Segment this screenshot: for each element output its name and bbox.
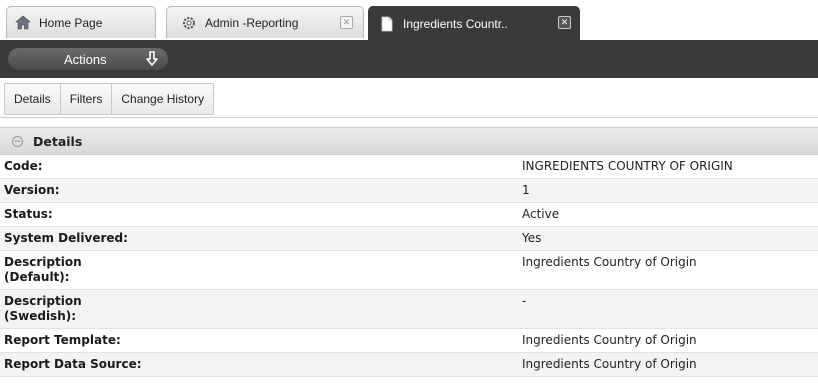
tab-ingredients-country[interactable]: Ingredients Countr.. ✕ (368, 6, 580, 40)
subtab-details[interactable]: Details (5, 84, 61, 114)
field-label: Code: (4, 159, 43, 173)
details-row-description-swedish: Description (Swedish): - (0, 290, 818, 329)
document-icon (379, 16, 395, 32)
gear-icon (181, 15, 197, 31)
details-row-code: Code: INGREDIENTS COUNTRY OF ORIGIN (0, 155, 818, 179)
close-tab-icon[interactable]: ✕ (558, 16, 571, 29)
details-row-report-data-source: Report Data Source: Ingredients Country … (0, 353, 818, 377)
field-label: Status: (4, 207, 53, 221)
download-arrow-icon (144, 50, 160, 68)
section-title: Details (33, 133, 83, 149)
actions-label: Actions (64, 51, 107, 67)
details-section: − Details Code: INGREDIENTS COUNTRY OF O… (0, 127, 818, 377)
details-row-report-template: Report Template: Ingredients Country of … (0, 329, 818, 353)
field-value: - (522, 294, 527, 308)
details-table: Code: INGREDIENTS COUNTRY OF ORIGIN Vers… (0, 155, 818, 377)
collapse-icon[interactable]: − (12, 135, 23, 147)
field-value: Ingredients Country of Origin (522, 333, 697, 347)
field-value: Ingredients Country of Origin (522, 357, 697, 371)
field-value: Active (522, 207, 560, 221)
actions-bar: Actions (0, 40, 818, 78)
field-label: Version: (4, 183, 60, 197)
subtab-change-history[interactable]: Change History (112, 84, 213, 114)
details-row-version: Version: 1 (0, 179, 818, 203)
tab-label: Ingredients Countr.. (403, 16, 508, 31)
tab-home-page[interactable]: Home Page (6, 6, 156, 38)
tab-admin-reporting[interactable]: Admin -Reporting ✕ (166, 6, 364, 38)
field-value: INGREDIENTS COUNTRY OF ORIGIN (522, 159, 733, 173)
details-row-system-delivered: System Delivered: Yes (0, 227, 818, 251)
field-label: Description (Swedish): (4, 294, 82, 323)
field-value: Yes (522, 231, 542, 245)
actions-button[interactable]: Actions (8, 48, 168, 70)
sub-tab-bar: Details Filters Change History (0, 78, 818, 118)
details-row-status: Status: Active (0, 203, 818, 227)
field-label: Description (Default): (4, 255, 82, 284)
close-tab-icon[interactable]: ✕ (340, 16, 353, 29)
field-value: Ingredients Country of Origin (522, 255, 697, 269)
subtab-filters[interactable]: Filters (61, 84, 113, 114)
field-value: 1 (522, 183, 530, 197)
tab-strip: Home Page Admin -Reporting ✕ Ingredients… (0, 0, 818, 40)
home-icon (15, 15, 31, 31)
details-section-header[interactable]: − Details (0, 127, 818, 155)
tab-label: Admin -Reporting (205, 15, 299, 30)
field-label: Report Data Source: (4, 357, 142, 371)
details-row-description-default: Description (Default): Ingredients Count… (0, 251, 818, 290)
field-label: System Delivered: (4, 231, 128, 245)
tab-label: Home Page (39, 15, 103, 30)
field-label: Report Template: (4, 333, 121, 347)
